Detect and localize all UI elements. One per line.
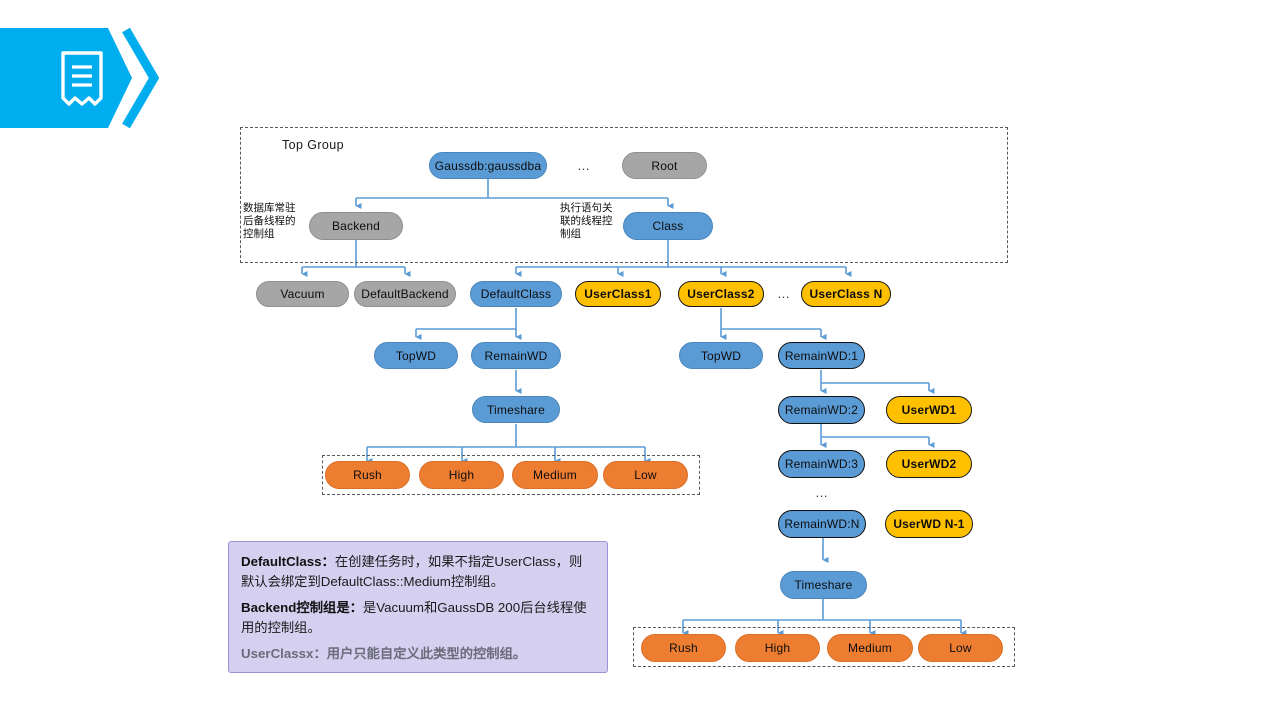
node-userclass2[interactable]: UserClass2 — [678, 281, 764, 307]
document-icon — [61, 51, 103, 106]
node-right-remainwd-n[interactable]: RemainWD:N — [778, 510, 866, 538]
banner-chevron-icon — [122, 28, 160, 128]
priority-left-high[interactable]: High — [419, 461, 504, 489]
node-class[interactable]: Class — [623, 212, 713, 240]
node-userwd1[interactable]: UserWD1 — [886, 396, 972, 424]
legend-note-box: DefaultClass：在创建任务时，如果不指定UserClass，则默认会绑… — [228, 541, 608, 673]
note-line-1-term: DefaultClass： — [241, 554, 335, 569]
note-line-2: Backend控制组是：是Vacuum和GaussDB 200后台线程使用的控制… — [241, 598, 595, 637]
node-userclass1[interactable]: UserClass1 — [575, 281, 661, 307]
node-right-remainwd-3[interactable]: RemainWD:3 — [778, 450, 865, 478]
node-userclass-n[interactable]: UserClass N — [801, 281, 891, 307]
node-defaultclass[interactable]: DefaultClass — [470, 281, 562, 307]
node-vacuum[interactable]: Vacuum — [256, 281, 349, 307]
priority-right-low[interactable]: Low — [918, 634, 1003, 662]
top-group-box — [240, 127, 1008, 263]
node-defaultbackend[interactable]: DefaultBackend — [354, 281, 456, 307]
node-gaussdb-gaussdba[interactable]: Gaussdb:gaussdba — [429, 152, 547, 179]
priority-left-low[interactable]: Low — [603, 461, 688, 489]
ellipsis-userclass: … — [777, 286, 791, 301]
node-left-timeshare[interactable]: Timeshare — [472, 396, 560, 423]
class-annotation: 执行语句关联的线程控制组 — [560, 202, 613, 240]
node-backend[interactable]: Backend — [309, 212, 403, 240]
node-userwd2[interactable]: UserWD2 — [886, 450, 972, 478]
priority-right-rush[interactable]: Rush — [641, 634, 726, 662]
node-right-topwd[interactable]: TopWD — [679, 342, 763, 369]
priority-left-medium[interactable]: Medium — [512, 461, 598, 489]
node-left-remainwd[interactable]: RemainWD — [471, 342, 561, 369]
ellipsis-top: … — [577, 158, 591, 173]
connector-layer — [301, 179, 967, 637]
node-left-topwd[interactable]: TopWD — [374, 342, 458, 369]
node-right-timeshare[interactable]: Timeshare — [780, 571, 867, 599]
backend-annotation: 数据库常驻后备线程的控制组 — [243, 202, 296, 240]
top-group-label: Top Group — [282, 138, 344, 152]
node-root[interactable]: Root — [622, 152, 707, 179]
priority-right-high[interactable]: High — [735, 634, 820, 662]
priority-right-medium[interactable]: Medium — [827, 634, 913, 662]
note-line-1: DefaultClass：在创建任务时，如果不指定UserClass，则默认会绑… — [241, 552, 595, 591]
ellipsis-remainwd: … — [815, 485, 829, 500]
priority-left-rush[interactable]: Rush — [325, 461, 410, 489]
note-line-2-term: Backend控制组是： — [241, 600, 363, 615]
node-right-remainwd-1[interactable]: RemainWD:1 — [778, 342, 865, 369]
diagram-canvas: Top Group 数据库常驻后备线程的控制组 执行语句关联的线程控制组 … …… — [0, 0, 1280, 720]
note-line-3: UserClassx：用户只能自定义此类型的控制组。 — [241, 646, 527, 661]
node-right-remainwd-2[interactable]: RemainWD:2 — [778, 396, 865, 424]
node-userwd-n1[interactable]: UserWD N-1 — [885, 510, 973, 538]
